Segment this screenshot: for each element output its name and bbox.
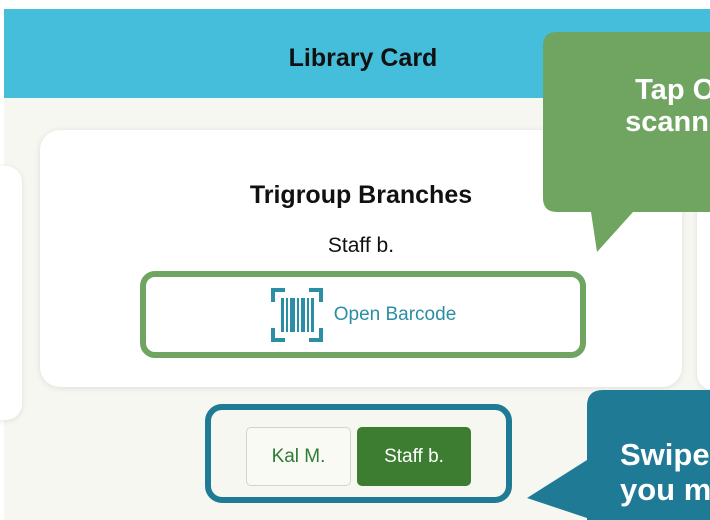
screen: Library Card Trigroup Branches Staff b. bbox=[0, 0, 710, 520]
card-switcher-option-kal[interactable]: Kal M. bbox=[246, 427, 351, 486]
tip-callout-green-line1: Tap Op bbox=[635, 74, 710, 106]
previous-card-peek[interactable] bbox=[0, 166, 22, 420]
barcode-scan-icon bbox=[270, 287, 323, 342]
tip-callout-blue-line2: you m bbox=[620, 471, 710, 507]
tip-callout-green-text: Tap Op scannab bbox=[584, 74, 710, 139]
open-barcode-label: Open Barcode bbox=[333, 303, 457, 325]
tip-callout-green bbox=[543, 32, 710, 252]
card-switcher-option-staff[interactable]: Staff b. bbox=[357, 427, 471, 486]
tip-callout-blue-line1: Swipe bbox=[620, 437, 710, 472]
tip-callout-blue-text: Swipe you m bbox=[620, 437, 710, 507]
open-barcode-button[interactable]: Open Barcode bbox=[140, 271, 586, 358]
tip-callout-green-line2: scannab bbox=[625, 106, 710, 139]
